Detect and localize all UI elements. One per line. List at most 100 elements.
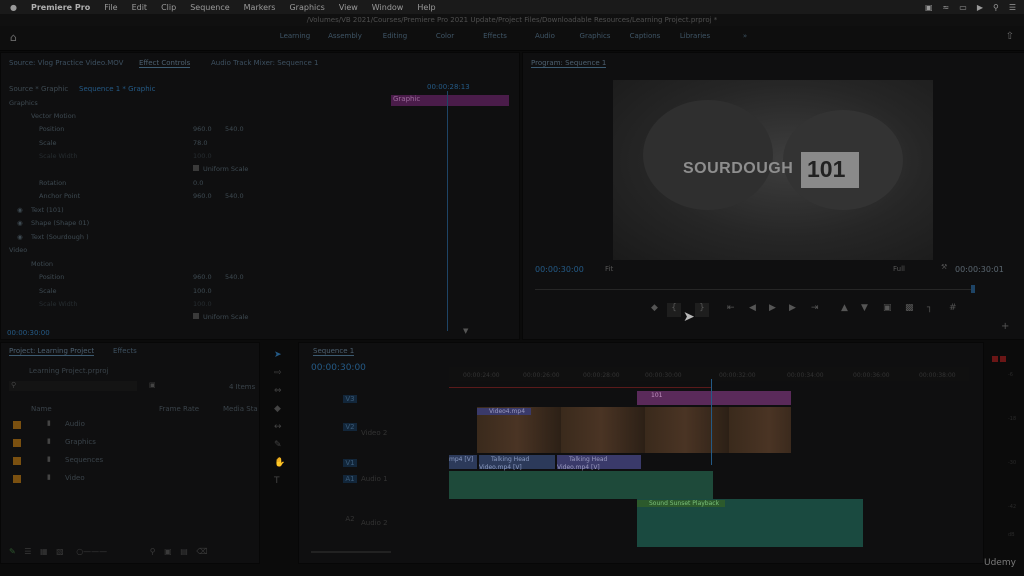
menu-markers[interactable]: Markers [244, 3, 276, 12]
list-item[interactable]: ▮ Graphics [13, 437, 243, 449]
search-icon[interactable]: ⚲ [993, 3, 999, 12]
video2-clip[interactable]: Video4.mp4 [477, 407, 791, 453]
program-playhead[interactable] [971, 285, 975, 293]
graphic-clip-bar[interactable]: Graphic [391, 95, 509, 106]
wifi-icon[interactable]: ≈ [943, 3, 950, 12]
track-label-v3[interactable]: V3 [343, 395, 357, 403]
menu-view[interactable]: View [339, 3, 358, 12]
v1-clip-b[interactable]: Talking Head Video.mp4 [V] [479, 455, 555, 471]
prop-rotation-value[interactable]: 0.0 [193, 179, 203, 187]
prop2-position-y[interactable]: 540.0 [225, 273, 244, 281]
freeform-view-icon[interactable]: ▧ [56, 547, 64, 556]
quality-select[interactable]: Full [893, 265, 905, 273]
control-center-icon[interactable]: ☰ [1009, 3, 1016, 12]
share-icon[interactable]: ⇧ [1006, 31, 1014, 42]
eye-icon[interactable]: ◉ [17, 206, 23, 214]
prop-anchor-x[interactable]: 960.0 [193, 192, 212, 200]
mini-playhead[interactable] [447, 91, 448, 331]
tab-sequence-1[interactable]: Sequence 1 [313, 347, 355, 356]
step-back-icon[interactable]: ◀ [749, 303, 756, 313]
workspace-graphics[interactable]: Graphics [570, 32, 620, 40]
camera-icon[interactable]: ▩ [905, 303, 914, 313]
uniform-scale-checkbox[interactable] [193, 165, 199, 171]
prop2-position-x[interactable]: 960.0 [193, 273, 212, 281]
razor-tool-icon[interactable]: ◆ [274, 404, 281, 414]
workspace-audio[interactable]: Audio [520, 32, 570, 40]
track-label-a2[interactable]: A2 [343, 515, 357, 523]
source-clip-label[interactable]: Source * Graphic [9, 85, 68, 93]
list-item[interactable]: ▮ Audio [13, 419, 243, 431]
ripple-edit-tool-icon[interactable]: ⇔ [274, 386, 282, 396]
search-input[interactable] [9, 381, 137, 391]
video-preview[interactable]: SOURDOUGH 101 [613, 80, 933, 260]
menu-help[interactable]: Help [417, 3, 435, 12]
column-media-status[interactable]: Media Sta [223, 405, 258, 413]
workspace-effects[interactable]: Effects [470, 32, 520, 40]
type-tool-icon[interactable]: T [274, 476, 280, 486]
go-to-in-icon[interactable]: ⇤ [727, 303, 735, 313]
icon-view-icon[interactable]: ▦ [40, 547, 48, 556]
audio2-clip[interactable]: Sound Sunset Playback [637, 499, 863, 547]
camera-icon[interactable]: ▣ [925, 3, 933, 12]
tab-effects[interactable]: Effects [113, 347, 137, 355]
layer-text-sourdough[interactable]: Text (Sourdough ) [31, 233, 89, 241]
add-marker-icon[interactable]: ◆ [651, 303, 658, 313]
workspace-editing[interactable]: Editing [370, 32, 420, 40]
go-to-out-icon[interactable]: ⇥ [811, 303, 819, 313]
add-button-icon[interactable]: + [1001, 321, 1009, 332]
sequence-clip-label[interactable]: Sequence 1 * Graphic [79, 85, 155, 93]
timeline-timecode[interactable]: 00:00:30:00 [311, 363, 366, 373]
menu-clip[interactable]: Clip [161, 3, 176, 12]
new-bin-icon[interactable]: ▣ [164, 547, 172, 556]
track-label-v2[interactable]: V2 [343, 423, 357, 431]
prop-position-y[interactable]: 540.0 [225, 125, 244, 133]
v1-clip-a[interactable]: mp4 [V] [449, 455, 477, 469]
program-timecode[interactable]: 00:00:30:00 [535, 265, 584, 274]
program-scrub-bar[interactable] [535, 289, 975, 290]
menu-graphics[interactable]: Graphics [289, 3, 324, 12]
meter-peak-indicator[interactable] [992, 356, 998, 362]
mark-out-icon[interactable]: } [695, 303, 709, 317]
trash-icon[interactable]: ⌫ [196, 547, 207, 556]
new-item-icon[interactable]: ▤ [180, 547, 188, 556]
column-name[interactable]: Name [31, 405, 52, 413]
volume-icon[interactable]: ▶ [977, 3, 983, 12]
track-label-a1[interactable]: A1 [343, 475, 357, 483]
workspace-libraries[interactable]: Libraries [670, 32, 720, 40]
menu-window[interactable]: Window [372, 3, 404, 12]
home-icon[interactable]: ⌂ [10, 31, 17, 44]
slip-tool-icon[interactable]: ↔ [274, 422, 282, 432]
extract-icon[interactable]: ▼ [861, 303, 868, 313]
workspace-color[interactable]: Color [420, 32, 470, 40]
app-menu[interactable]: Premiere Pro [31, 3, 90, 12]
export-frame-icon[interactable]: ▣ [883, 303, 892, 313]
prop-anchor-y[interactable]: 540.0 [225, 192, 244, 200]
prop-position-x[interactable]: 960.0 [193, 125, 212, 133]
play-icon[interactable]: ▶ [769, 303, 776, 313]
column-frame-rate[interactable]: Frame Rate [159, 405, 199, 413]
list-item[interactable]: ▮ Video [13, 473, 243, 485]
program-monitor-title[interactable]: Program: Sequence 1 [531, 59, 607, 68]
v1-clip-c[interactable]: Talking Head Video.mp4 [V] [557, 455, 641, 471]
safe-margins-icon[interactable]: # [949, 303, 957, 313]
meter-peak-indicator[interactable] [1000, 356, 1006, 362]
tab-project[interactable]: Project: Learning Project [9, 347, 95, 356]
eye-icon[interactable]: ◉ [17, 219, 23, 227]
wrench-icon[interactable]: ⚒ [941, 263, 947, 271]
menu-file[interactable]: File [104, 3, 117, 12]
comparison-icon[interactable]: ┐ [927, 303, 932, 313]
vector-motion-label[interactable]: Vector Motion [31, 112, 76, 120]
eye-icon[interactable]: ◉ [17, 233, 23, 241]
uniform-scale-checkbox-2[interactable] [193, 313, 199, 319]
workspace-learning[interactable]: Learning [270, 32, 320, 40]
prop-scale-value[interactable]: 78.0 [193, 139, 207, 147]
menu-sequence[interactable]: Sequence [190, 3, 229, 12]
menu-edit[interactable]: Edit [132, 3, 148, 12]
graphic-clip[interactable]: 101 [637, 391, 791, 405]
track-label-v1[interactable]: V1 [343, 459, 357, 467]
find-icon[interactable]: ⚲ [150, 547, 156, 556]
list-view-icon[interactable]: ☰ [24, 547, 31, 556]
tab-source[interactable]: Source: Vlog Practice Video.MOV [9, 59, 123, 67]
apple-icon[interactable]: ● [10, 3, 17, 12]
pencil-icon[interactable]: ✎ [9, 547, 16, 556]
